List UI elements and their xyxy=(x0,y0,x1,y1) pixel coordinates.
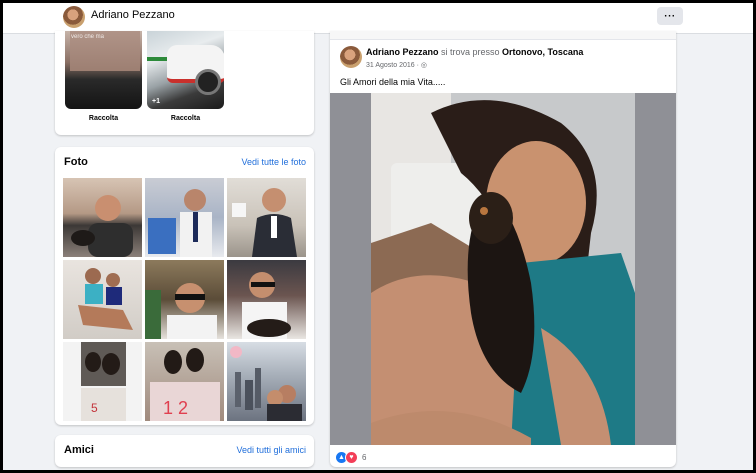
reaction-count[interactable]: 6 xyxy=(362,453,366,462)
highlight-caption: vero che ma xyxy=(71,34,105,40)
see-all-photos-link[interactable]: Vedi tutte le foto xyxy=(241,157,306,167)
photo-thumbnail[interactable] xyxy=(145,178,224,257)
profile-name[interactable]: Adriano Pezzano xyxy=(91,9,175,21)
car-wheel xyxy=(195,69,221,95)
photos-title: Foto xyxy=(64,156,88,168)
photo-thumbnail[interactable] xyxy=(227,342,306,421)
highlight-item[interactable]: vero che ma xyxy=(65,31,142,109)
highlight-label[interactable]: Raccolta xyxy=(65,115,142,122)
photo-thumbnail[interactable] xyxy=(63,178,142,257)
post-author-avatar[interactable] xyxy=(340,46,362,68)
more-options-button[interactable]: ··· xyxy=(657,7,683,25)
post-location-prefix: si trova presso xyxy=(438,47,503,57)
post-photo-image xyxy=(371,93,635,445)
highlights-card: vero che ma Raccolta +1 Raccolta xyxy=(55,31,314,135)
photo-grid: 5 1 2 xyxy=(63,178,306,421)
profile-page: Adriano Pezzano ··· vero che ma Raccolta… xyxy=(3,3,753,470)
post-author-name[interactable]: Adriano Pezzano xyxy=(366,47,439,57)
post-date[interactable]: 31 Agosto 2016 xyxy=(366,62,415,69)
highlight-item[interactable]: +1 xyxy=(147,31,224,109)
photo-thumbnail[interactable]: 5 xyxy=(63,342,142,421)
photo-thumbnail[interactable] xyxy=(227,178,306,257)
post-meta: 31 Agosto 2016 · ◎ xyxy=(366,62,427,69)
photo-thumbnail[interactable]: 1 2 xyxy=(145,342,224,421)
post-card-top-edge xyxy=(330,31,676,40)
profile-header-bar: Adriano Pezzano ··· xyxy=(3,3,753,34)
post-text: Gli Amori della mia Vita..... xyxy=(340,77,446,87)
post-header: Adriano Pezzano si trova presso Ortonovo… xyxy=(366,47,583,57)
photo-thumbnail[interactable] xyxy=(145,260,224,339)
profile-avatar[interactable] xyxy=(63,6,85,28)
post-location[interactable]: Ortonovo, Toscana xyxy=(502,47,583,57)
globe-icon: ◎ xyxy=(420,62,427,69)
highlight-label[interactable]: Raccolta xyxy=(147,115,224,122)
post-photo[interactable] xyxy=(330,93,676,445)
friends-card: Amici Vedi tutti gli amici xyxy=(55,435,314,467)
svg-text:5: 5 xyxy=(91,401,98,415)
see-all-friends-link[interactable]: Vedi tutti gli amici xyxy=(236,445,306,455)
photo-thumbnail[interactable] xyxy=(63,260,142,339)
love-icon: ♥ xyxy=(345,451,358,464)
highlight-more-count: +1 xyxy=(152,98,160,105)
post-card: Adriano Pezzano si trova presso Ortonovo… xyxy=(330,31,676,467)
friends-title: Amici xyxy=(64,444,94,456)
post-reactions[interactable]: ▲ ♥ 6 xyxy=(335,451,366,464)
svg-text:1 2: 1 2 xyxy=(163,398,188,418)
photos-card: Foto Vedi tutte le foto 5 1 2 xyxy=(55,147,314,425)
photo-thumbnail[interactable] xyxy=(227,260,306,339)
